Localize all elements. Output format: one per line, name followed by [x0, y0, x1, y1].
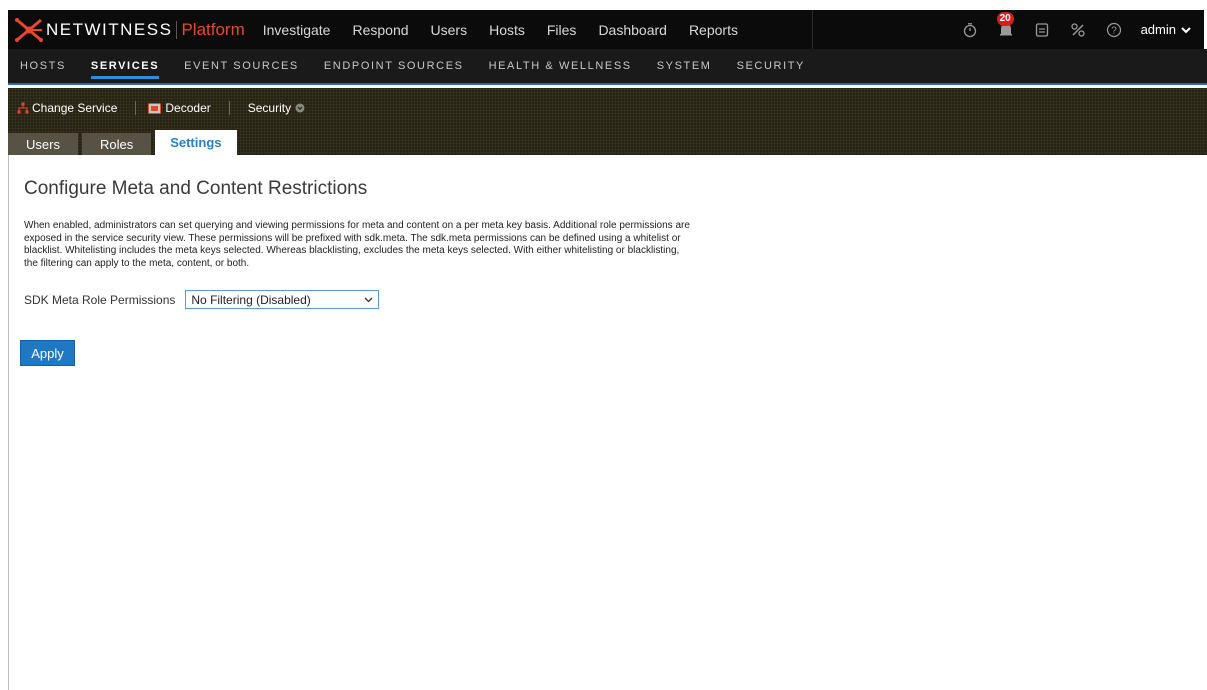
permissions-row: SDK Meta Role Permissions No Filtering (… — [24, 290, 704, 309]
user-menu[interactable]: admin — [1141, 22, 1192, 37]
chevron-down-icon — [1181, 26, 1191, 33]
hierarchy-icon — [17, 102, 29, 114]
service-name[interactable]: Decoder — [148, 101, 211, 115]
subnav-security[interactable]: SECURITY — [737, 49, 805, 83]
subnav-event-sources[interactable]: EVENT SOURCES — [184, 49, 299, 83]
wrench-icon[interactable] — [1067, 19, 1089, 41]
service-toolbar: Change Service Decoder Security Users Ro… — [8, 88, 1207, 155]
notifications-bell-icon[interactable]: 20 — [995, 11, 1017, 41]
settings-panel: Configure Meta and Content Restrictions … — [24, 178, 704, 309]
view-label: Security — [247, 101, 292, 115]
content-left-border — [8, 155, 9, 690]
main-nav: Investigate Respond Users Hosts Files Da… — [255, 10, 752, 49]
svg-text:?: ? — [1111, 25, 1117, 36]
nav-hosts[interactable]: Hosts — [489, 22, 525, 38]
subnav-health-wellness[interactable]: HEALTH & WELLNESS — [489, 49, 632, 83]
permissions-label: SDK Meta Role Permissions — [24, 292, 176, 307]
view-selector[interactable]: Security — [248, 101, 305, 115]
page-title: Configure Meta and Content Restrictions — [24, 178, 368, 199]
permissions-selected-value: No Filtering (Disabled) — [191, 292, 311, 307]
subnav-endpoint-sources[interactable]: ENDPOINT SOURCES — [324, 49, 464, 83]
subnav-hosts[interactable]: HOSTS — [20, 49, 66, 83]
tab-roles[interactable]: Roles — [81, 133, 152, 155]
brand-name: NETWITNESS — [46, 19, 173, 39]
chevron-down-icon — [364, 297, 373, 302]
help-icon[interactable]: ? — [1103, 19, 1125, 41]
top-bar: NETWITNESS Platform Investigate Respond … — [8, 10, 1204, 49]
tab-settings[interactable]: Settings — [155, 130, 237, 155]
service-toolbar-row: Change Service Decoder Security — [8, 96, 305, 120]
subnav-services[interactable]: SERVICES — [90, 49, 160, 83]
nav-dashboard[interactable]: Dashboard — [598, 22, 667, 38]
permissions-select[interactable]: No Filtering (Disabled) — [185, 290, 380, 309]
decoder-icon — [148, 102, 162, 114]
nav-respond[interactable]: Respond — [352, 22, 408, 38]
brand-product: Platform — [181, 19, 245, 39]
subnav-system[interactable]: SYSTEM — [657, 49, 712, 83]
brand-divider — [176, 20, 178, 39]
apply-button[interactable]: Apply — [20, 340, 75, 366]
nav-users[interactable]: Users — [431, 22, 468, 38]
service-name-label: Decoder — [165, 101, 211, 115]
netwitness-logo[interactable]: NETWITNESS Platform — [14, 10, 245, 49]
service-divider — [228, 101, 230, 115]
nav-files[interactable]: Files — [547, 22, 577, 38]
change-service-label: Change Service — [32, 101, 118, 115]
change-service-button[interactable]: Change Service — [17, 101, 117, 115]
tab-users[interactable]: Users — [8, 133, 78, 155]
user-name: admin — [1140, 22, 1176, 37]
admin-sub-nav: HOSTS SERVICES EVENT SOURCES ENDPOINT SO… — [8, 49, 1207, 85]
dropdown-circle-icon — [295, 103, 305, 113]
stopwatch-icon[interactable] — [959, 19, 981, 41]
top-nav-divider — [812, 10, 813, 49]
nav-reports[interactable]: Reports — [689, 22, 738, 38]
top-right-tools: 20 ? admin — [945, 10, 1192, 49]
security-tabs: Users Roles Settings — [8, 130, 241, 155]
clipboard-icon[interactable] — [1031, 19, 1053, 41]
service-divider — [135, 101, 137, 115]
description-text: When enabled, administrators can set que… — [24, 220, 690, 269]
nav-investigate[interactable]: Investigate — [263, 22, 331, 38]
netwitness-logo-icon — [15, 17, 43, 42]
notification-count-badge: 20 — [996, 11, 1014, 26]
